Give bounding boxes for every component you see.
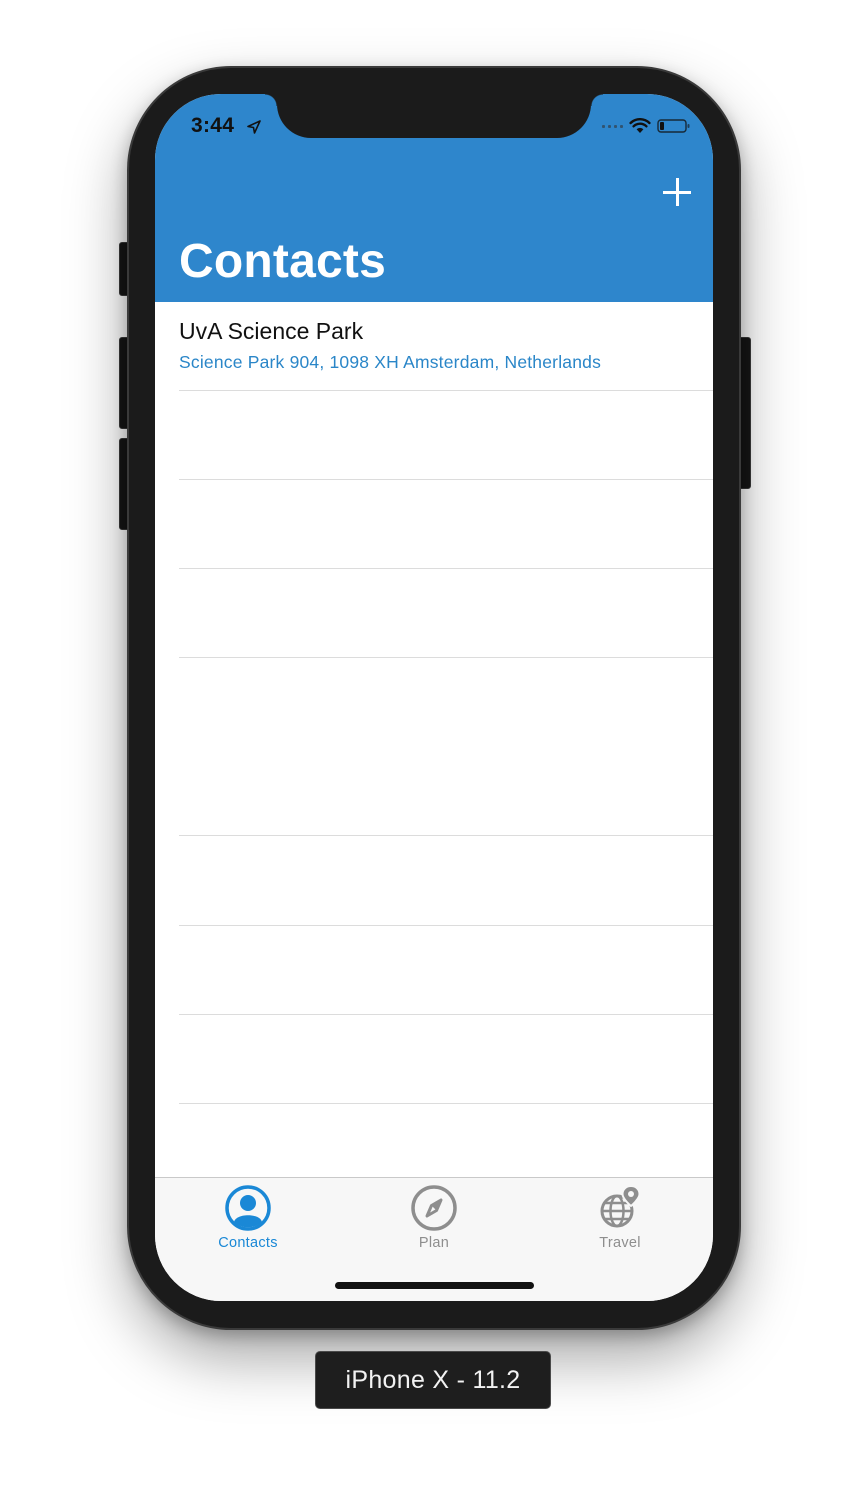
location-arrow-icon — [247, 120, 261, 134]
contact-row[interactable]: UvA Science Park Science Park 904, 1098 … — [155, 302, 713, 391]
simulator-device-label: iPhone X - 11.2 — [315, 1351, 551, 1409]
home-indicator[interactable] — [335, 1282, 534, 1289]
empty-row — [155, 836, 713, 926]
tab-contacts-label: Contacts — [218, 1235, 278, 1251]
contacts-table[interactable]: UvA Science Park Science Park 904, 1098 … — [155, 302, 713, 1104]
contact-address: Science Park 904, 1098 XH Amsterdam, Net… — [179, 352, 602, 372]
row-separator — [179, 1103, 713, 1104]
signal-icon — [602, 124, 623, 128]
empty-row — [155, 1015, 713, 1104]
tab-travel[interactable]: Travel — [550, 1184, 690, 1251]
power-button — [740, 337, 751, 489]
wifi-icon — [629, 118, 651, 133]
compass-icon — [411, 1185, 457, 1231]
status-indicators — [602, 118, 691, 134]
empty-row — [155, 658, 713, 836]
empty-row — [155, 391, 713, 480]
tab-plan[interactable]: Plan — [364, 1184, 504, 1251]
navigation-bar: 3:44 Contacts — [155, 94, 713, 302]
contact-name: UvA Science Park — [179, 318, 364, 344]
page-title: Contacts — [179, 235, 386, 288]
device-notch — [265, 94, 603, 138]
status-time: 3:44 — [191, 114, 235, 137]
empty-row — [155, 569, 713, 658]
globe-pin-icon — [600, 1184, 641, 1228]
tab-contacts[interactable]: Contacts — [178, 1184, 318, 1251]
battery-icon — [657, 119, 690, 133]
tab-travel-label: Travel — [599, 1235, 641, 1251]
person-circle-icon — [225, 1185, 271, 1231]
app-screen: 3:44 Contacts UvA Science Park Science P… — [155, 94, 713, 1301]
empty-row — [155, 926, 713, 1015]
tab-plan-label: Plan — [418, 1235, 450, 1251]
add-contact-button[interactable] — [663, 178, 691, 206]
tab-bar: Contacts Plan Travel — [155, 1177, 713, 1301]
simulator-stage: 3:44 Contacts UvA Science Park Science P… — [0, 0, 868, 1492]
empty-row — [155, 480, 713, 569]
